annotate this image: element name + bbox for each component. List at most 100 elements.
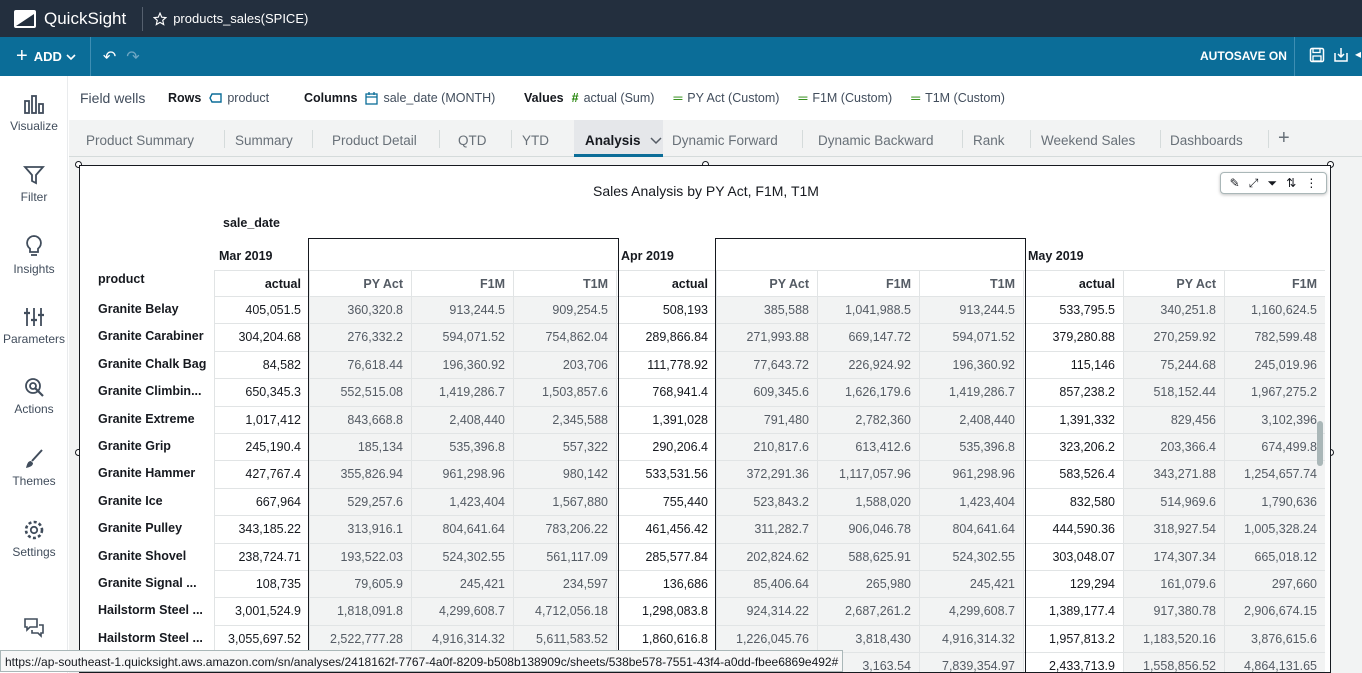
value-field[interactable]: F1M (Custom) xyxy=(812,91,892,105)
value-cell: 136,686 xyxy=(616,570,716,598)
measure-column-header[interactable]: PY Act xyxy=(309,270,411,296)
value-cell: 2,782,360 xyxy=(817,405,919,433)
value-cell: 791,480 xyxy=(716,405,817,433)
share-icon[interactable]: ◂ xyxy=(1355,47,1361,61)
value-cell: 340,251.8 xyxy=(1123,296,1224,324)
divider xyxy=(1294,37,1295,76)
columns-well[interactable]: Columns sale_date (MONTH) xyxy=(304,91,495,105)
tab-analysis[interactable]: Analysis xyxy=(574,120,663,157)
table-row[interactable]: Hailstorm Steel ... 3,055,697.52 2,522,777… xyxy=(80,624,1330,653)
divider xyxy=(962,130,963,148)
sheet-tabs: Product Summary Summary Product Detail Q… xyxy=(69,120,1362,157)
value-cell: 196,360.92 xyxy=(919,350,1023,379)
table-row[interactable]: Granite Carabiner 304,204.68 276,332.2 594,… xyxy=(80,323,1330,351)
values-well[interactable]: Values # actual (Sum) ═ PY Act (Custom) … xyxy=(524,91,1005,105)
tab-ytd[interactable]: YTD xyxy=(522,120,549,157)
column-field-label: sale_date xyxy=(223,216,280,230)
value-field[interactable]: actual (Sum) xyxy=(584,91,655,105)
table-row[interactable]: Granite Hammer 427,767.4 355,826.94 961,298… xyxy=(80,460,1330,488)
table-row[interactable]: Granite Extreme 1,017,412 843,668.8 2,408,4… xyxy=(80,405,1330,433)
sidebar-item-settings[interactable]: Settings xyxy=(0,519,68,559)
sidebar-item-parameters[interactable]: Parameters xyxy=(0,306,68,346)
table-row[interactable]: Granite Signal ... 108,735 79,605.9 245,421… xyxy=(80,570,1330,598)
tab-qtd[interactable]: QTD xyxy=(458,120,487,157)
tab-dashboards[interactable]: Dashboards xyxy=(1170,120,1243,157)
value-cell: 303,048.07 xyxy=(1023,542,1123,570)
measure-column-header[interactable]: actual xyxy=(616,270,716,296)
measure-column-header[interactable]: F1M xyxy=(817,270,919,296)
analysis-title[interactable]: products_sales(SPICE) xyxy=(153,11,308,26)
export-icon[interactable] xyxy=(1333,47,1349,63)
value-cell: 1,419,286.7 xyxy=(919,378,1023,406)
value-cell: 85,406.64 xyxy=(716,570,817,598)
measure-column-header[interactable]: actual xyxy=(1023,270,1123,296)
sidebar-item-feedback[interactable] xyxy=(0,616,68,642)
sidebar-item-insights[interactable]: Insights xyxy=(0,234,68,276)
table-row[interactable]: Granite Belay 405,051.5 360,320.8 913,244.5… xyxy=(80,296,1330,324)
star-icon[interactable] xyxy=(153,11,168,26)
value-cell: 75,244.68 xyxy=(1123,350,1224,379)
tab-analysis-label: Analysis xyxy=(585,133,641,148)
redo-icon[interactable]: ↷ xyxy=(126,47,139,67)
add-sheet-icon[interactable]: + xyxy=(1278,120,1290,157)
status-url: https://ap-southeast-1.quicksight.aws.am… xyxy=(0,650,844,672)
tab-weekend-sales[interactable]: Weekend Sales xyxy=(1041,120,1135,157)
value-cell: 129,294 xyxy=(1023,570,1123,598)
sidebar-item-filter[interactable]: Filter xyxy=(0,164,68,204)
value-cell: 271,993.88 xyxy=(716,323,817,351)
value-cell: 2,408,440 xyxy=(411,405,513,433)
filter-icon[interactable]: ⏷ xyxy=(1267,176,1277,191)
measure-column-header[interactable]: PY Act xyxy=(1123,270,1224,296)
tab-dynamic-backward[interactable]: Dynamic Backward xyxy=(818,120,934,157)
rows-well[interactable]: Rows product xyxy=(168,91,269,105)
measure-column-header[interactable]: actual xyxy=(214,270,309,296)
value-cell: 4,916,314.32 xyxy=(919,624,1023,653)
value-cell: 2,433,713.9 xyxy=(1023,652,1123,672)
field-wells-bar[interactable]: Field wells Rows product Columns sale_da… xyxy=(69,76,1362,120)
more-options-icon[interactable]: ⋮ xyxy=(1305,176,1317,190)
value-cell: 1,503,857.6 xyxy=(513,378,616,406)
value-field[interactable]: T1M (Custom) xyxy=(925,91,1005,105)
table-row[interactable]: Granite Climbin... 650,345.3 552,515.08 1,4… xyxy=(80,378,1330,406)
swap-icon[interactable]: ⇅ xyxy=(1286,176,1296,190)
value-cell: 913,244.5 xyxy=(919,296,1023,324)
save-icon[interactable] xyxy=(1309,47,1325,63)
value-cell: 917,380.78 xyxy=(1123,597,1224,625)
value-cell: 783,206.22 xyxy=(513,515,616,543)
table-row[interactable]: Hailstorm Steel ... 3,001,524.9 1,818,091.… xyxy=(80,597,1330,625)
sidebar-item-themes[interactable]: Themes xyxy=(0,448,68,488)
value-cell: 1,567,880 xyxy=(513,487,616,516)
sidebar-item-label: Settings xyxy=(12,545,56,559)
value-field[interactable]: PY Act (Custom) xyxy=(687,91,779,105)
vertical-scrollbar[interactable] xyxy=(1317,421,1323,466)
measure-column-header[interactable]: T1M xyxy=(919,270,1023,296)
measure-column-header[interactable]: T1M xyxy=(513,270,616,296)
chevron-down-icon[interactable] xyxy=(650,137,662,145)
value-cell: 265,980 xyxy=(817,570,919,598)
undo-icon[interactable]: ↶ xyxy=(103,47,116,67)
tab-dynamic-forward[interactable]: Dynamic Forward xyxy=(672,120,778,157)
expand-icon[interactable]: ⤢ xyxy=(1249,176,1259,191)
add-button[interactable]: + ADD xyxy=(0,45,76,68)
sidebar-item-actions[interactable]: Actions xyxy=(0,376,68,416)
brand[interactable]: QuickSight xyxy=(0,9,126,29)
edit-icon[interactable]: ✎ xyxy=(1230,176,1240,190)
value-cell: 1,298,083.8 xyxy=(616,597,716,625)
autosave-toggle[interactable]: AUTOSAVE ON xyxy=(1200,49,1287,63)
tab-rank[interactable]: Rank xyxy=(973,120,1005,157)
table-row[interactable]: Granite Grip 245,190.4 185,134 535,396.8 557… xyxy=(80,433,1330,461)
measure-column-header[interactable]: F1M xyxy=(411,270,513,296)
table-row[interactable]: Granite Ice 667,964 529,257.6 1,423,404 1,56… xyxy=(80,487,1330,516)
measure-column-header[interactable]: F1M xyxy=(1224,270,1325,296)
table-row[interactable]: Granite Pulley 343,185.22 313,916.1 804,641… xyxy=(80,515,1330,543)
pivot-table-visual[interactable]: Sales Analysis by PY Act, F1M, T1M ✎ ⤢ ⏷… xyxy=(79,165,1331,673)
table-row[interactable]: Granite Chalk Bag 84,582 76,618.44 196,360.… xyxy=(80,350,1330,379)
table-row[interactable]: Granite Shovel 238,724.71 193,522.03 524,30… xyxy=(80,542,1330,570)
tab-product-detail[interactable]: Product Detail xyxy=(332,120,417,157)
tab-summary[interactable]: Summary xyxy=(235,120,293,157)
measure-column-header[interactable]: PY Act xyxy=(716,270,817,296)
value-cell: 108,735 xyxy=(214,570,309,598)
tab-product-summary[interactable]: Product Summary xyxy=(86,120,194,157)
sidebar-item-visualize[interactable]: Visualize xyxy=(0,93,68,133)
value-cell: 115,146 xyxy=(1023,350,1123,379)
